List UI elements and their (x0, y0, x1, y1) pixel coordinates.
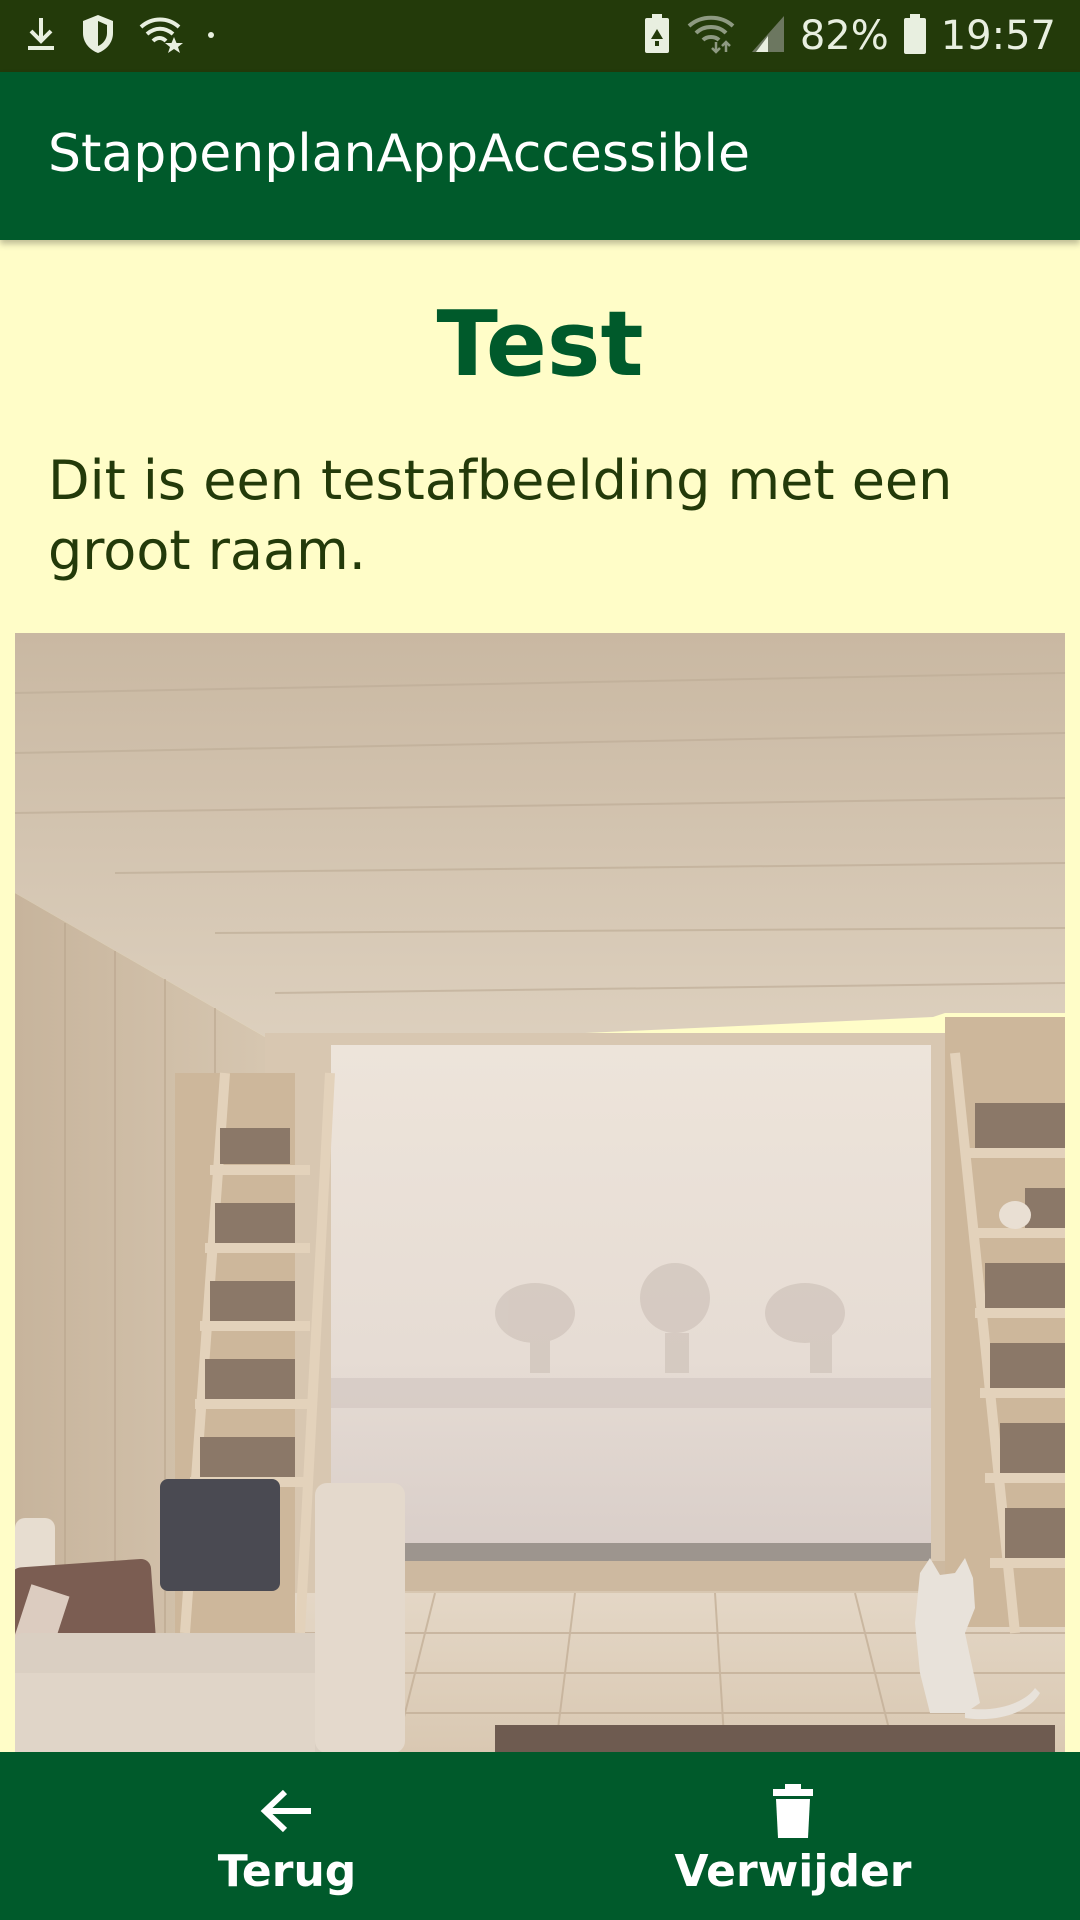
back-label: Terug (217, 1846, 357, 1897)
step-image (15, 633, 1065, 1753)
battery-icon (903, 13, 927, 60)
page-title: Test (436, 292, 644, 397)
back-button[interactable]: Terug (137, 1752, 437, 1920)
status-bar: 82% 19:57 (0, 0, 1080, 72)
delete-label: Verwijder (674, 1846, 912, 1897)
step-description: Dit is een testafbeelding met een groot … (48, 449, 953, 582)
arrow-left-icon (259, 1786, 315, 1841)
wifi-star-icon (138, 15, 184, 58)
delete-button[interactable]: Verwijder (643, 1752, 943, 1920)
trash-icon (771, 1784, 815, 1845)
app-title: StappenplanAppAccessible (48, 124, 750, 184)
battery-percent: 82% (799, 13, 889, 59)
status-bar-right: 82% 19:57 (642, 10, 1056, 62)
app-bar: StappenplanAppAccessible (0, 72, 1080, 240)
battery-saver-icon (642, 13, 672, 60)
shield-icon (80, 13, 116, 60)
clock: 19:57 (940, 13, 1056, 59)
wifi-icon (686, 14, 736, 59)
download-icon (24, 14, 58, 59)
dot-icon (206, 27, 216, 45)
bottom-nav: Terug Verwijder (0, 1752, 1080, 1920)
signal-icon (750, 14, 786, 59)
status-bar-left (24, 14, 216, 58)
